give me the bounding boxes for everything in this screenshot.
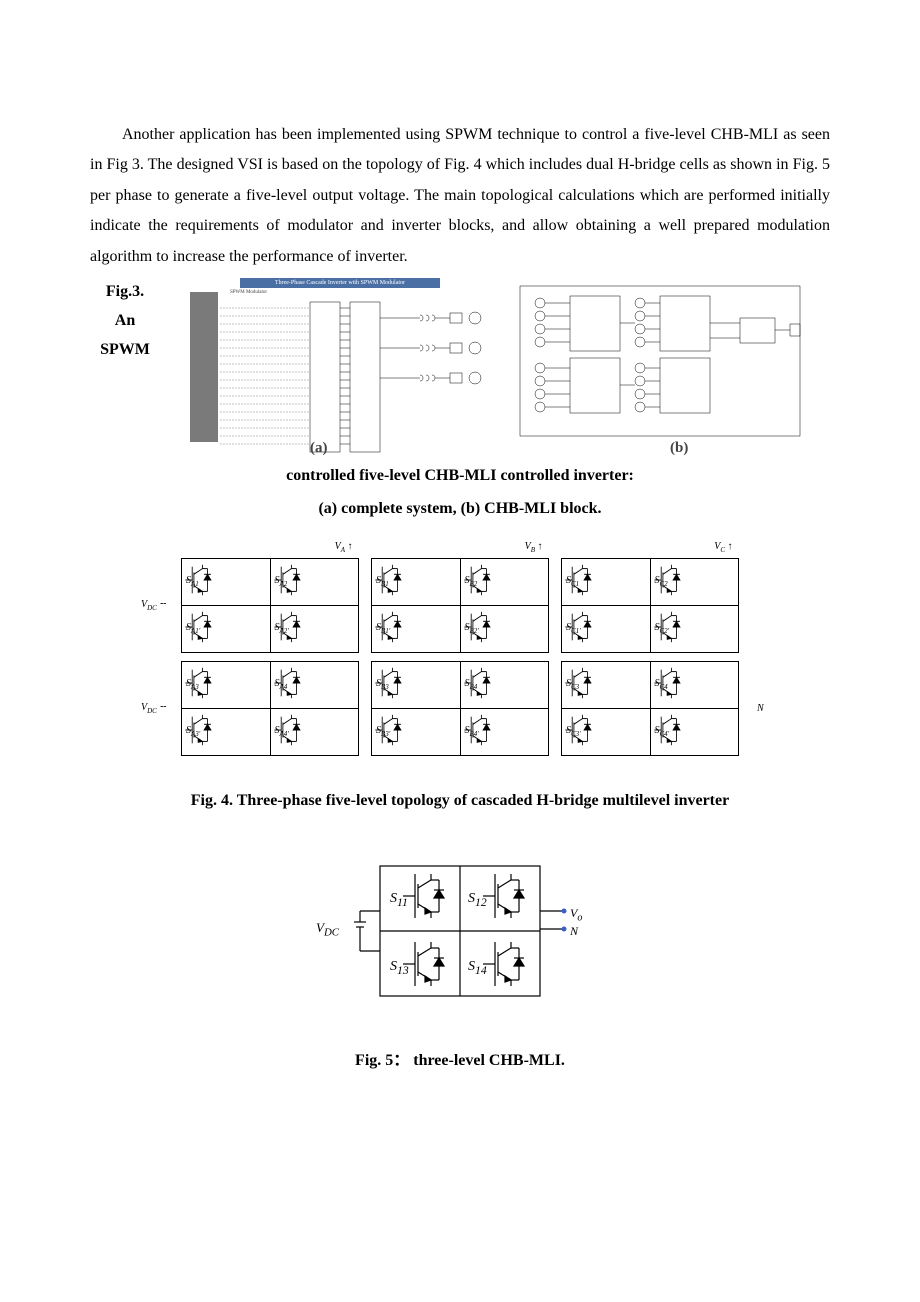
fig5-s13-label: S13 xyxy=(390,954,409,982)
fig3-label-line3: SPWM xyxy=(90,336,170,365)
fig5-caption: Fig. 5： three-level CHB-MLI. xyxy=(90,1046,830,1076)
fig3-label-line2: An xyxy=(90,307,170,336)
fig5-n-label: N xyxy=(570,920,578,943)
fig3-grey-block xyxy=(190,292,218,442)
figure-5: VDC S11 S12 S13 S14 Vo N xyxy=(340,856,580,1006)
fig3-titlebar: Three-Phase Cascade Inverter with SPWM M… xyxy=(240,278,440,288)
fig4-circuit: VA ↑VB ↑VC ↑VDC ╌SA1SA2SB1SB2SC1SC2SA1′S… xyxy=(140,530,780,756)
fig3-diagram: Three-Phase Cascade Inverter with SPWM M… xyxy=(190,278,830,458)
fig5-s11-label: S11 xyxy=(390,886,408,914)
fig5-circuit xyxy=(340,856,580,1006)
fig3b-schematic xyxy=(510,278,810,448)
page: Another application has been implemented… xyxy=(0,0,920,1166)
fig3-part-a: Three-Phase Cascade Inverter with SPWM M… xyxy=(190,278,490,448)
fig4-caption: Fig. 4. Three-phase five-level topology … xyxy=(90,786,830,816)
fig3-sublabel-a: (a) xyxy=(310,434,328,458)
paragraph: Another application has been implemented… xyxy=(90,120,830,272)
fig3-part-b xyxy=(510,278,810,448)
fig3a-schematic xyxy=(190,288,490,458)
fig3-side-label: Fig.3. An SPWM xyxy=(90,278,170,364)
fig3-sublabel-b: (b) xyxy=(670,434,688,458)
fig3-caption-2: (a) complete system, (b) CHB-MLI block. xyxy=(90,495,830,524)
fig3-spwm-label: SPWM Modulator xyxy=(230,288,267,298)
fig3-label-line1: Fig.3. xyxy=(90,278,170,307)
fig5-s14-label: S14 xyxy=(468,954,487,982)
fig5-vdc-label: VDC xyxy=(316,916,339,943)
figure-4: VA ↑VB ↑VC ↑VDC ╌SA1SA2SB1SB2SC1SC2SA1′S… xyxy=(140,530,780,756)
figure-3: Fig.3. An SPWM Three-Phase Cascade Inver… xyxy=(90,278,830,458)
fig5-s12-label: S12 xyxy=(468,886,487,914)
fig3-caption-1: controlled five-level CHB-MLI controlled… xyxy=(90,462,830,491)
